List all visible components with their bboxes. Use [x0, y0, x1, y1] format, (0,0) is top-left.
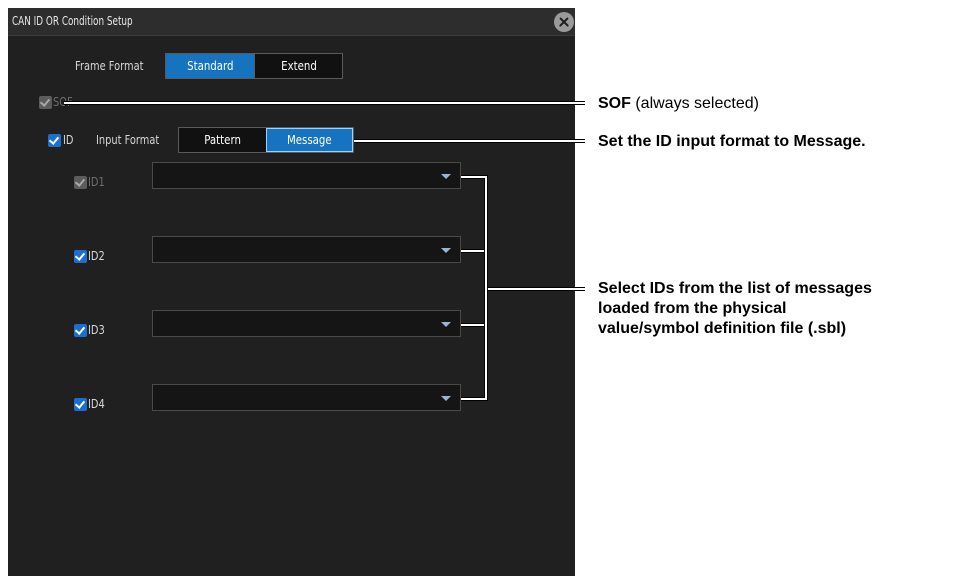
sof-callout-text: (always selected) — [630, 95, 759, 112]
sof-callout: SOF (always selected) — [598, 94, 759, 114]
select-ids-line2: loaded from the physical — [598, 300, 787, 317]
select-ids-line1: Select IDs from the list of messages — [598, 280, 872, 297]
select-ids-line3: value/symbol definition file (.sbl) — [598, 320, 847, 337]
sof-callout-bold: SOF — [598, 95, 631, 112]
id-format-callout-text: Set the ID input format to Message. — [598, 133, 866, 150]
select-ids-callout: Select IDs from the list of messages loa… — [598, 279, 872, 339]
id-bracket — [461, 176, 487, 400]
id-format-callout: Set the ID input format to Message. — [598, 132, 866, 152]
